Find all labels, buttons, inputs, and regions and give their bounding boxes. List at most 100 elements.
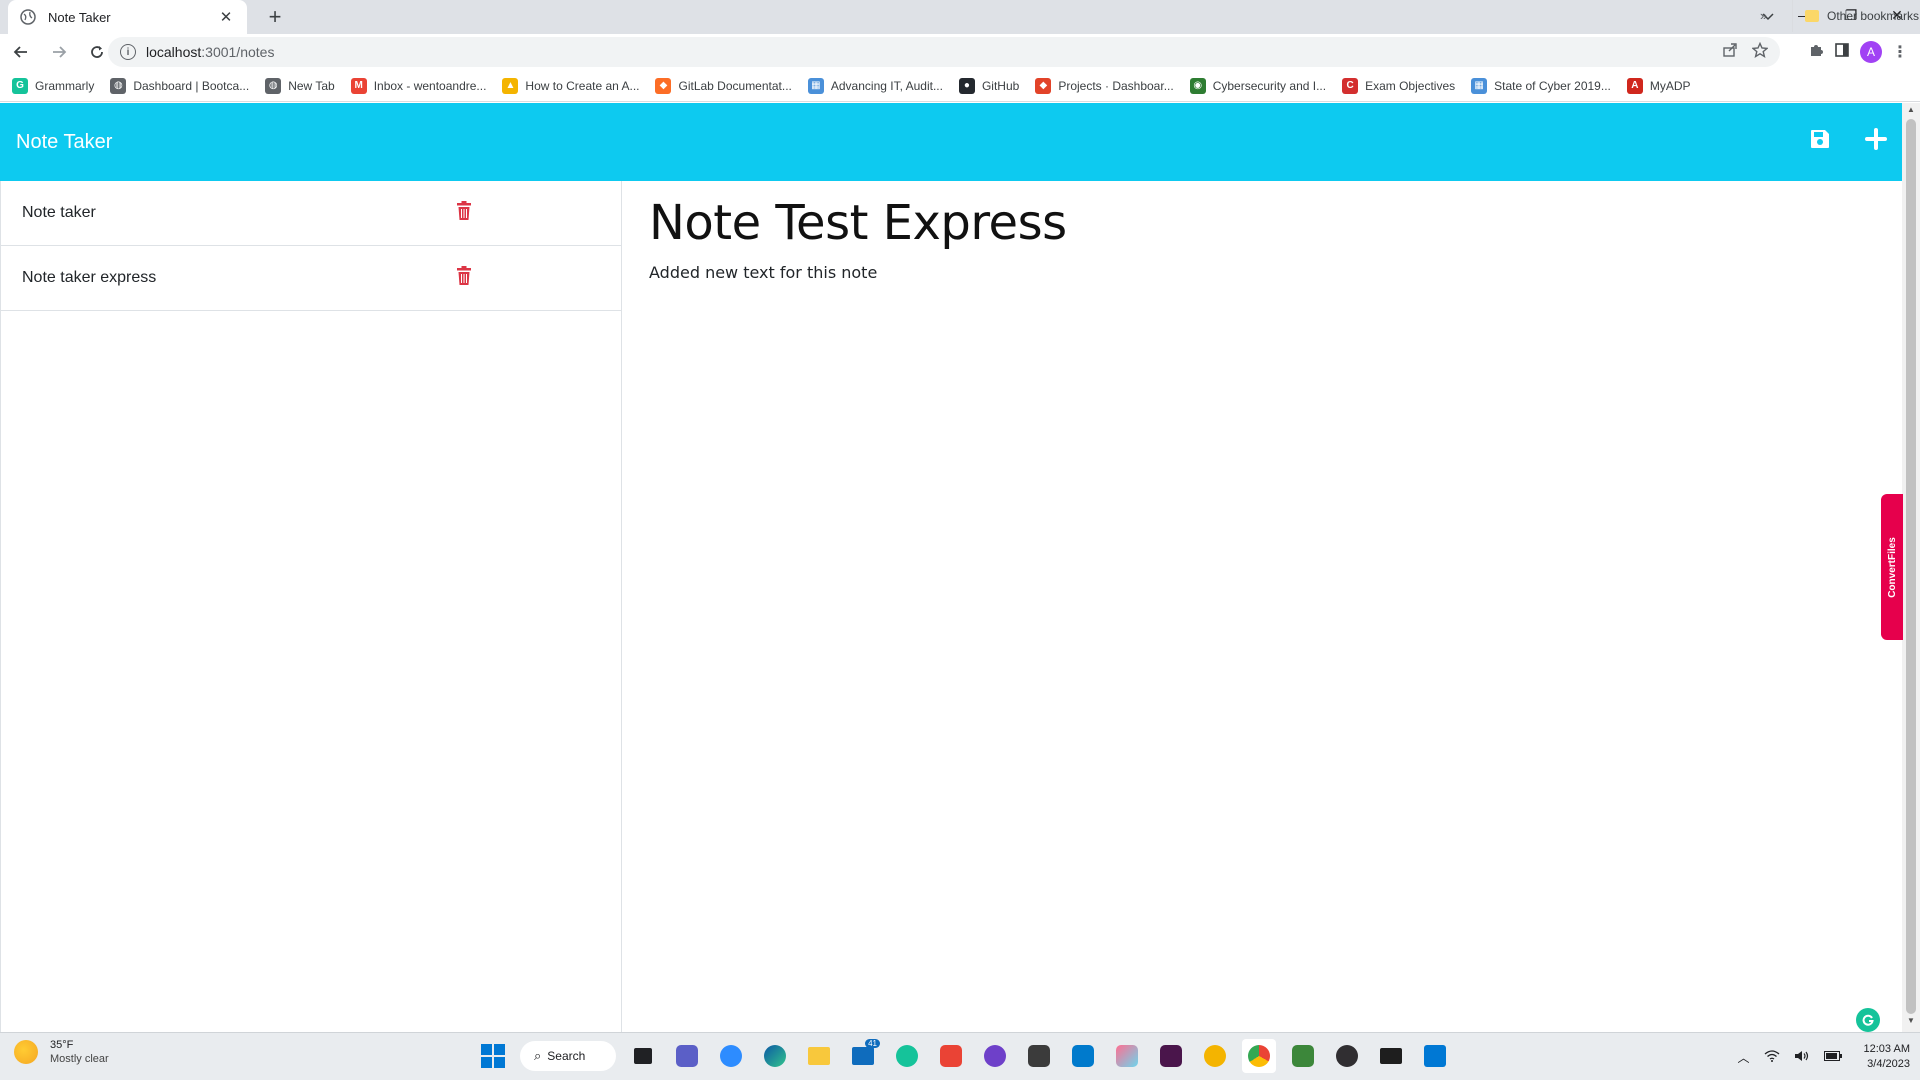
bookmark-item[interactable]: ▲ How to Create an A... (502, 77, 640, 94)
convertfiles-extension-tab[interactable]: ConvertFiles (1881, 494, 1903, 640)
bookmark-label: Inbox - wentoandre... (373, 78, 487, 93)
mail-badge: 41 (865, 1039, 880, 1048)
terminal-icon[interactable] (1374, 1039, 1408, 1073)
tab-close-icon[interactable]: ✕ (217, 8, 235, 26)
bookmark-item[interactable]: ◍ New Tab (265, 77, 335, 94)
taskbar-apps: ⌕ Search 41 (476, 1039, 1452, 1073)
app-navbar: Note Taker (0, 103, 1902, 181)
bookmark-favicon-icon: ◍ (110, 77, 127, 94)
tab-title: Note Taker (48, 9, 111, 25)
note-text-area[interactable]: Added new text for this note (649, 263, 877, 282)
bookmark-label: State of Cyber 2019... (1494, 78, 1611, 93)
wifi-icon[interactable] (1764, 1049, 1780, 1065)
grammarly-app-icon[interactable] (890, 1039, 924, 1073)
bookmark-item[interactable]: ▦ Advancing IT, Audit... (807, 77, 943, 94)
nodejs-icon[interactable] (1286, 1039, 1320, 1073)
bookmark-label: MyADP (1649, 78, 1691, 93)
bookmark-favicon-icon: M (350, 77, 367, 94)
bookmark-label: Projects · Dashboar... (1058, 78, 1174, 93)
bookmark-item[interactable]: A MyADP (1626, 77, 1691, 94)
bookmark-label: GitLab Documentat... (678, 78, 792, 93)
clock-date: 3/4/2023 (1867, 1058, 1910, 1070)
chrome-canary-icon[interactable] (1198, 1039, 1232, 1073)
bookmark-item[interactable]: G Grammarly (12, 77, 95, 94)
weather-widget[interactable]: 35°F Mostly clear (14, 1039, 109, 1065)
note-title: Note taker express (22, 269, 157, 286)
task-view-icon[interactable] (626, 1039, 660, 1073)
gmail-app-icon[interactable] (934, 1039, 968, 1073)
side-panel-icon[interactable] (1834, 42, 1850, 63)
bookmark-star-icon[interactable] (1751, 41, 1769, 63)
file-explorer-icon[interactable] (802, 1039, 836, 1073)
bookmark-label: New Tab (288, 78, 335, 93)
volume-icon[interactable] (1794, 1050, 1810, 1065)
notes-list: Note taker Note taker express (0, 181, 622, 1032)
bookmark-item[interactable]: ◉ Cybersecurity and I... (1189, 77, 1326, 94)
photos-icon[interactable] (1110, 1039, 1144, 1073)
zoom-icon[interactable] (714, 1039, 748, 1073)
app-brand[interactable]: Note Taker (16, 131, 112, 154)
grammarly-icon[interactable] (1856, 1008, 1880, 1032)
bookmark-item[interactable]: ◍ Dashboard | Bootca... (110, 77, 249, 94)
profile-avatar[interactable]: A (1860, 41, 1882, 63)
scrollbar-thumb[interactable] (1906, 119, 1916, 1014)
search-label: Search (547, 1049, 586, 1063)
other-bookmarks[interactable]: Other bookmarks (1792, 0, 1919, 32)
snipping-tool-icon[interactable] (1418, 1039, 1452, 1073)
site-info-icon[interactable]: i (120, 44, 136, 60)
new-note-plus-icon[interactable] (1862, 125, 1890, 153)
bookmark-item[interactable]: M Inbox - wentoandre... (350, 77, 487, 94)
save-note-icon[interactable] (1806, 125, 1834, 153)
globe-icon (20, 9, 36, 25)
new-tab-button[interactable]: + (262, 5, 288, 31)
teams-chat-icon[interactable] (670, 1039, 704, 1073)
delete-note-trash-icon[interactable] (456, 266, 474, 288)
bookmark-label: Advancing IT, Audit... (830, 78, 943, 93)
search-icon: ⌕ (534, 1048, 542, 1063)
list-item[interactable]: Note taker (1, 181, 621, 246)
convertfiles-label: ConvertFiles (1886, 536, 1898, 598)
bookmark-label: GitHub (981, 78, 1020, 93)
tray-overflow-chevron-icon[interactable]: ︿ (1738, 1049, 1750, 1066)
edge-icon[interactable] (758, 1039, 792, 1073)
extensions-puzzle-icon[interactable] (1808, 42, 1824, 63)
scroll-down-icon[interactable]: ▼ (1902, 1016, 1920, 1030)
back-arrow-icon[interactable] (4, 35, 38, 69)
bookmark-label: How to Create an A... (525, 78, 640, 93)
tab-note-taker[interactable]: Note Taker ✕ (8, 0, 247, 34)
scroll-up-icon[interactable]: ▲ (1902, 105, 1920, 119)
bookmark-label: Grammarly (35, 78, 95, 93)
taskbar-search[interactable]: ⌕ Search (520, 1041, 616, 1071)
browser-toolbar: i localhost:3001/notes A ⋮ (0, 34, 1920, 70)
bookmarks-overflow-icon[interactable]: » (1760, 8, 1767, 23)
bookmark-item[interactable]: ◆ GitLab Documentat... (655, 77, 792, 94)
chrome-icon[interactable] (1242, 1039, 1276, 1073)
github-desktop-icon[interactable] (978, 1039, 1012, 1073)
bookmark-favicon-icon: ◆ (655, 77, 672, 94)
weather-condition: Mostly clear (50, 1053, 109, 1065)
battery-icon[interactable] (1823, 1050, 1842, 1064)
bookmarks-bar: G Grammarly ◍ Dashboard | Bootca... ◍ New Tab… (0, 70, 1920, 102)
bookmark-item[interactable]: ◆ Projects · Dashboar... (1035, 77, 1174, 94)
vscode-icon[interactable] (1066, 1039, 1100, 1073)
mail-icon[interactable]: 41 (846, 1039, 880, 1073)
note-title-input[interactable]: Note Test Express (649, 195, 1067, 251)
list-item[interactable]: Note taker express (1, 246, 621, 311)
page-scrollbar[interactable]: ▲ ▼ (1902, 103, 1920, 1032)
address-bar[interactable]: i localhost:3001/notes (108, 37, 1780, 67)
bookmark-item[interactable]: C Exam Objectives (1342, 77, 1455, 94)
bookmark-item[interactable]: ▦ State of Cyber 2019... (1471, 77, 1611, 94)
forward-arrow-icon[interactable] (42, 35, 76, 69)
delete-note-trash-icon[interactable] (456, 201, 474, 223)
share-icon[interactable] (1722, 42, 1738, 63)
bookmark-item[interactable]: ● GitHub (958, 77, 1020, 94)
note-title: Note taker (22, 204, 96, 221)
taskbar-clock[interactable]: 12:03 AM 3/4/2023 (1864, 1042, 1910, 1072)
slack-icon[interactable] (1154, 1039, 1188, 1073)
obs-icon[interactable] (1330, 1039, 1364, 1073)
browser-tabstrip: Note Taker ✕ + — ❐ ✕ (0, 0, 1920, 34)
bookmark-favicon-icon: C (1342, 77, 1359, 94)
more-menu-icon[interactable]: ⋮ (1892, 42, 1908, 62)
windows-start-icon[interactable] (476, 1039, 510, 1073)
sublime-text-icon[interactable] (1022, 1039, 1056, 1073)
